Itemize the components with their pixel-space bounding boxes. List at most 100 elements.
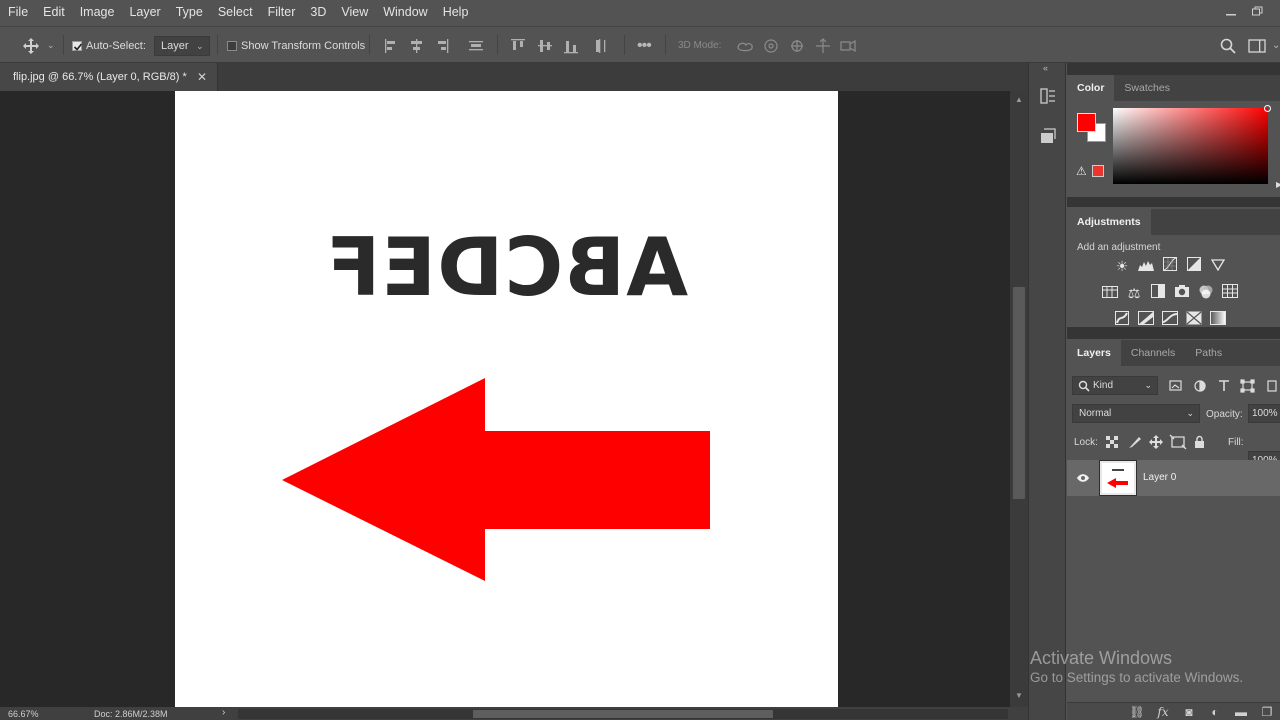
foreground-color-swatch-front[interactable] [1077,113,1096,132]
menu-file[interactable]: File [0,0,35,25]
windows-activation-watermark: Activate Windows Go to Settings to activ… [1030,648,1243,685]
history-panel-icon[interactable] [1038,87,1058,107]
layers-panel-footer: ⛓ fx ◙ ◐ ▬ ❐ [1067,702,1280,720]
tab-paths[interactable]: Paths [1185,340,1232,366]
lock-label: Lock: [1074,437,1098,448]
link-layers-icon[interactable]: ⛓ [1124,705,1150,719]
menu-image[interactable]: Image [72,0,122,25]
tab-layers[interactable]: Layers [1067,340,1121,366]
chevron-down-icon: ⌄ [1144,380,1152,390]
selective-color-icon[interactable] [1182,311,1206,329]
document-tab-title: flip.jpg @ 66.7% (Layer 0, RGB/8) * [13,71,187,83]
vertical-scrollbar[interactable]: ▲ ▼ [1010,91,1028,707]
watermark-subtitle: Go to Settings to activate Windows. [1030,670,1244,685]
hue-saturation-icon[interactable] [1098,284,1122,302]
auto-select-option[interactable]: Auto-Select: [72,27,146,64]
layer-thumbnail[interactable] [1099,460,1137,496]
3d-mode-label: 3D Mode: [678,40,722,51]
tool-preset-chevron-icon[interactable]: ⌄ [47,27,55,64]
photo-filter-icon[interactable] [1170,284,1194,302]
zoom-level[interactable]: 66.67% [8,709,39,719]
lock-icons-group [1106,434,1204,450]
new-layer-icon[interactable]: ❐ [1254,705,1280,719]
panel-divider [1067,197,1280,207]
vertical-scroll-thumb[interactable] [1013,287,1025,499]
menu-type[interactable]: Type [168,0,210,25]
tab-swatches[interactable]: Swatches [1114,75,1180,101]
color-balance-icon[interactable]: ⚖ [1122,284,1146,302]
color-spectrum-picker[interactable] [1113,105,1271,184]
horizontal-scrollbar[interactable] [238,709,1008,719]
layer-visibility-eye-icon[interactable] [1076,473,1090,483]
move-tool-icon[interactable] [20,27,42,64]
levels-icon[interactable] [1134,257,1158,275]
brightness-contrast-icon[interactable]: ☀ [1110,257,1134,275]
layers-panel-tabs: Layers Channels Paths [1067,340,1280,366]
divider [665,35,666,55]
auto-select-checkbox[interactable] [72,40,83,51]
more-options-icon[interactable]: ••• [637,27,652,64]
restore-icon[interactable] [1249,4,1265,18]
gamut-warning-swatch[interactable] [1092,165,1104,177]
invert-icon[interactable] [1110,311,1134,329]
scroll-up-icon[interactable]: ▲ [1015,95,1023,104]
status-bar: 66.67% Doc: 2.86M/2.38M › [0,707,1028,720]
add-mask-icon[interactable]: ◙ [1176,705,1202,719]
vibrance-icon[interactable] [1206,257,1230,275]
minimize-icon[interactable] [1223,4,1239,18]
divider [217,35,218,55]
document-tab[interactable]: flip.jpg @ 66.7% (Layer 0, RGB/8) * ✕ [0,63,218,91]
left-arrow [282,378,710,581]
menu-select[interactable]: Select [210,0,260,25]
layer-name[interactable]: Layer 0 [1143,472,1176,483]
black-white-icon[interactable] [1146,284,1170,302]
color-lookup-icon[interactable] [1218,284,1242,302]
workspace-chevron-icon[interactable]: ⌄ [1272,27,1280,64]
divider [497,35,498,55]
show-transform-checkbox[interactable] [227,40,237,51]
gamut-warning-icon: ⚠ [1076,164,1087,178]
auto-select-target-dropdown[interactable]: Layer ⌄ [154,27,210,64]
gradient-map-icon[interactable] [1206,311,1230,329]
menu-3d[interactable]: 3D [302,0,333,25]
panel-dock-header[interactable] [1067,63,1280,75]
posterize-icon[interactable] [1134,311,1158,329]
divider [63,35,64,55]
new-group-icon[interactable]: ▬ [1228,705,1254,719]
color-panel-tabs: Color Swatches [1067,75,1280,101]
auto-select-target-value: Layer [161,39,189,52]
status-expand-icon[interactable]: › [222,707,225,718]
search-icon[interactable] [1220,27,1236,64]
workspace-icon[interactable] [1248,27,1266,64]
layer-filter-kind-dropdown[interactable]: Kind ⌄ [1072,376,1158,395]
tab-color[interactable]: Color [1067,75,1115,101]
tab-adjustments[interactable]: Adjustments [1067,209,1151,235]
document-tab-bar: flip.jpg @ 66.7% (Layer 0, RGB/8) * ✕ [0,63,1028,91]
tab-channels[interactable]: Channels [1121,340,1185,366]
properties-panel-icon[interactable] [1038,127,1058,147]
menu-edit[interactable]: Edit [35,0,72,25]
spectrum-slider-handle-icon[interactable]: ▶ [1276,180,1280,189]
scroll-down-icon[interactable]: ▼ [1015,691,1023,700]
layer-style-fx-icon[interactable]: fx [1150,705,1176,719]
blend-mode-dropdown[interactable]: Normal ⌄ [1072,404,1200,423]
menu-layer[interactable]: Layer [121,0,167,25]
menu-filter[interactable]: Filter [260,0,303,25]
close-tab-icon[interactable]: ✕ [197,70,207,84]
exposure-icon[interactable] [1182,257,1206,275]
menu-help[interactable]: Help [435,0,476,25]
opacity-input[interactable]: 100% [1248,404,1280,423]
blend-mode-value: Normal [1079,408,1112,419]
adjustment-layer-icon[interactable]: ◐ [1202,705,1228,719]
show-transform-option[interactable]: Show Transform Controls [227,27,365,64]
menu-view[interactable]: View [333,0,375,25]
curves-icon[interactable] [1158,257,1182,275]
align-icons-group [385,39,483,53]
document-canvas[interactable]: ABCDEF [175,91,838,707]
horizontal-scroll-thumb[interactable] [473,710,773,718]
threshold-icon[interactable] [1158,311,1182,329]
layer-row[interactable]: Layer 0 [1067,460,1280,496]
menu-window[interactable]: Window [375,0,434,25]
channel-mixer-icon[interactable] [1194,284,1218,302]
collapse-panels-icon[interactable]: « [1043,63,1048,73]
